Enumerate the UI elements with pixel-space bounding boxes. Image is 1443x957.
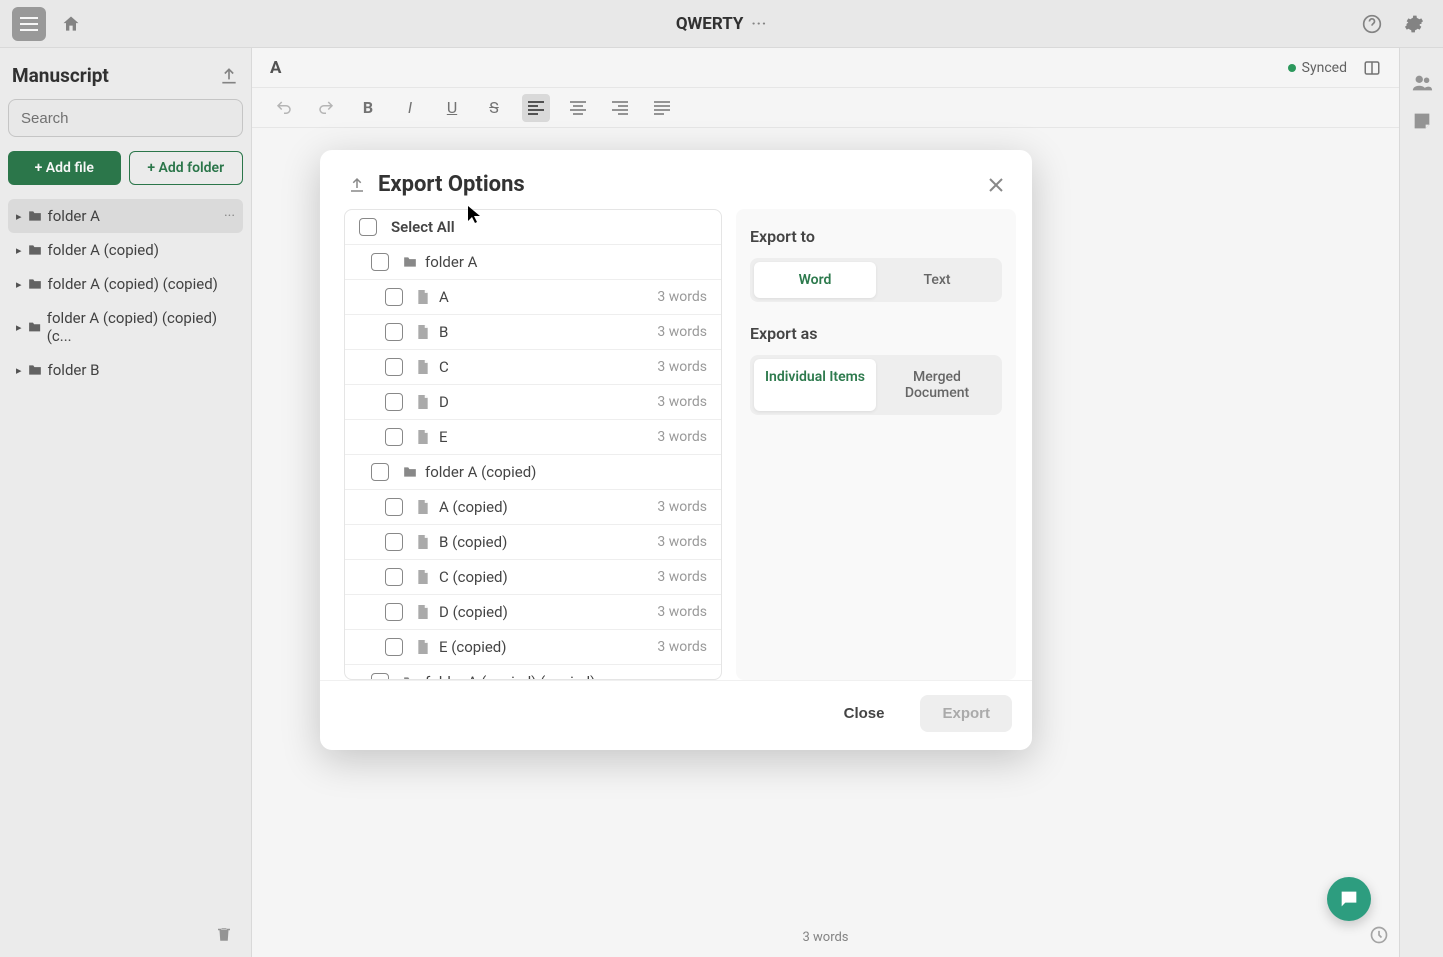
row-checkbox[interactable] (385, 393, 403, 411)
export-row[interactable]: A (copied) 3 words (345, 490, 721, 525)
close-button[interactable]: Close (822, 695, 907, 732)
row-label: folder A (copied) (425, 463, 536, 481)
file-icon (417, 325, 431, 339)
row-label: folder A (copied) (copied) (425, 673, 595, 680)
row-checkbox[interactable] (385, 533, 403, 551)
export-button[interactable]: Export (920, 695, 1012, 732)
export-row[interactable]: D 3 words (345, 385, 721, 420)
file-icon (417, 605, 431, 619)
export-row[interactable]: C 3 words (345, 350, 721, 385)
select-all-checkbox[interactable] (359, 218, 377, 236)
row-wordcount: 3 words (657, 324, 707, 340)
export-list[interactable]: Select All folder A A 3 words B 3 words … (344, 209, 722, 680)
export-as-individual[interactable]: Individual Items (754, 359, 876, 411)
export-row[interactable]: B (copied) 3 words (345, 525, 721, 560)
row-wordcount: 3 words (657, 569, 707, 585)
row-wordcount: 3 words (657, 639, 707, 655)
row-checkbox[interactable] (371, 673, 389, 680)
export-row[interactable]: folder A (345, 245, 721, 280)
row-wordcount: 3 words (657, 534, 707, 550)
export-row[interactable]: C (copied) 3 words (345, 560, 721, 595)
close-icon[interactable] (988, 177, 1004, 193)
row-wordcount: 3 words (657, 289, 707, 305)
export-row[interactable]: D (copied) 3 words (345, 595, 721, 630)
file-icon (417, 535, 431, 549)
export-to-text[interactable]: Text (876, 262, 998, 298)
row-label: C (copied) (439, 568, 508, 586)
folder-icon (403, 466, 417, 478)
row-label: E (copied) (439, 638, 507, 656)
export-row[interactable]: folder A (copied) (copied) (345, 665, 721, 680)
modal-title: Export Options (348, 172, 525, 197)
row-wordcount: 3 words (657, 394, 707, 410)
export-modal: Export Options Select All folder A A 3 w… (320, 150, 1032, 750)
row-label: A (439, 288, 449, 306)
row-checkbox[interactable] (371, 463, 389, 481)
file-icon (417, 290, 431, 304)
select-all-row[interactable]: Select All (345, 210, 721, 245)
row-label: folder A (425, 253, 477, 271)
row-checkbox[interactable] (385, 323, 403, 341)
row-wordcount: 3 words (657, 429, 707, 445)
row-wordcount: 3 words (657, 499, 707, 515)
row-label: E (439, 428, 448, 446)
row-label: D (copied) (439, 603, 508, 621)
row-label: D (439, 393, 449, 411)
row-checkbox[interactable] (371, 253, 389, 271)
export-as-merged[interactable]: Merged Document (876, 359, 998, 411)
export-icon (348, 176, 366, 194)
row-checkbox[interactable] (385, 428, 403, 446)
row-label: B (copied) (439, 533, 507, 551)
export-row[interactable]: E 3 words (345, 420, 721, 455)
row-wordcount: 3 words (657, 604, 707, 620)
row-label: B (439, 323, 448, 341)
export-row[interactable]: E (copied) 3 words (345, 630, 721, 665)
file-icon (417, 570, 431, 584)
file-icon (417, 640, 431, 654)
row-label: C (439, 358, 449, 376)
export-options-panel: Export to Word Text Export as Individual… (736, 209, 1016, 680)
file-icon (417, 430, 431, 444)
export-to-label: Export to (750, 227, 1002, 246)
export-row[interactable]: B 3 words (345, 315, 721, 350)
row-checkbox[interactable] (385, 603, 403, 621)
export-to-word[interactable]: Word (754, 262, 876, 298)
export-as-segment: Individual Items Merged Document (750, 355, 1002, 415)
chat-icon[interactable] (1327, 877, 1371, 921)
row-checkbox[interactable] (385, 288, 403, 306)
row-label: A (copied) (439, 498, 508, 516)
export-row[interactable]: A 3 words (345, 280, 721, 315)
row-checkbox[interactable] (385, 498, 403, 516)
folder-icon (403, 256, 417, 268)
export-row[interactable]: folder A (copied) (345, 455, 721, 490)
row-checkbox[interactable] (385, 358, 403, 376)
select-all-label: Select All (391, 218, 455, 236)
row-checkbox[interactable] (385, 638, 403, 656)
export-as-label: Export as (750, 324, 1002, 343)
row-checkbox[interactable] (385, 568, 403, 586)
file-icon (417, 395, 431, 409)
export-to-segment: Word Text (750, 258, 1002, 302)
file-icon (417, 500, 431, 514)
row-wordcount: 3 words (657, 359, 707, 375)
file-icon (417, 360, 431, 374)
